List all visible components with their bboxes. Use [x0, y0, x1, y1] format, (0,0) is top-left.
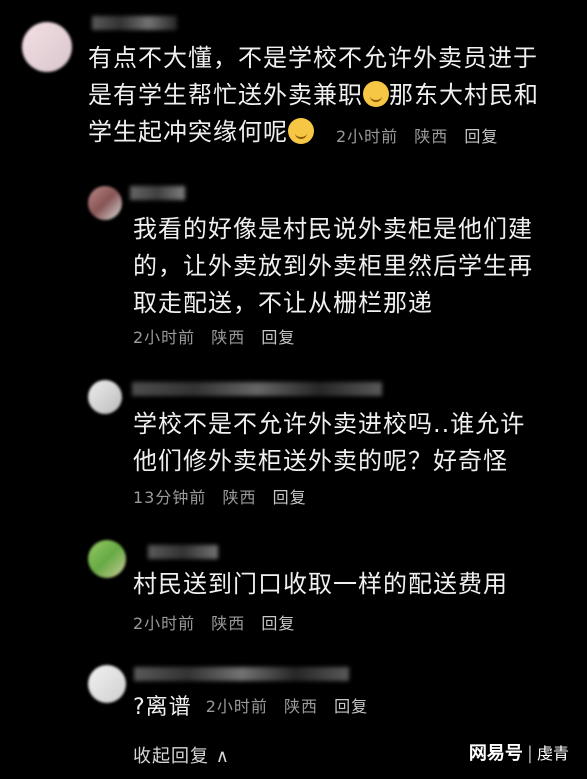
comment-text: 学校不是不允许外卖进校吗..谁允许 他们修外卖柜送外卖的呢？好奇怪 [133, 410, 526, 475]
comment-meta: 13分钟前 陕西 回复 [133, 484, 317, 508]
username-blurred[interactable] [134, 667, 349, 681]
comment-time: 13分钟前 [133, 488, 207, 507]
comment-meta: 2小时前 陕西 回复 [133, 610, 305, 634]
watermark-brand: 网易号 [468, 743, 523, 764]
username-blurred[interactable] [92, 16, 177, 30]
watermark: 网易号 | 虔青 [469, 739, 569, 765]
watermark-separator: | [526, 743, 533, 764]
comment-meta: 2小时前 陕西 回复 [206, 697, 378, 716]
comment-text: 我看的好像是村民说外卖柜是他们建 的，让外卖放到外卖柜里然后学生再 取走配送，不… [133, 215, 533, 317]
comment-meta: 2小时前 陕西 回复 [133, 324, 305, 348]
comment-location: 陕西 [211, 328, 246, 347]
comment-time: 2小时前 [205, 697, 268, 716]
comment-meta: 2小时前 陕西 回复 [336, 123, 508, 147]
reply-button[interactable]: 回复 [273, 488, 307, 507]
collapse-replies-button[interactable]: 收起回复 ∧ [133, 742, 230, 768]
comment-location: 陕西 [211, 614, 246, 633]
reply-button[interactable]: 回复 [464, 127, 498, 146]
watermark-author: 虔青 [536, 744, 569, 763]
avatar[interactable] [22, 22, 72, 72]
comment-location: 陕西 [222, 488, 257, 507]
username-blurred[interactable] [148, 545, 218, 559]
comment-location: 陕西 [414, 127, 449, 146]
comment-text: ?离谱 2小时前 陕西 回复 [133, 692, 378, 723]
comment-location: 陕西 [283, 697, 318, 716]
avatar[interactable] [88, 380, 122, 414]
avatar[interactable] [88, 540, 126, 578]
comment-time: 2小时前 [133, 614, 196, 633]
reply-button[interactable]: 回复 [261, 328, 295, 347]
avatar[interactable] [88, 665, 126, 703]
comment-time: 2小时前 [336, 127, 399, 146]
username-blurred[interactable] [132, 382, 382, 396]
thinking-emoji-icon [288, 118, 314, 144]
username-blurred[interactable] [130, 186, 185, 200]
reply-button[interactable]: 回复 [261, 614, 295, 633]
reply-button[interactable]: 回复 [334, 697, 368, 716]
comment-text: 村民送到门口收取一样的配送费用 [133, 570, 508, 598]
comment-time: 2小时前 [133, 328, 196, 347]
thinking-emoji-icon [363, 81, 389, 107]
avatar[interactable] [88, 186, 122, 220]
